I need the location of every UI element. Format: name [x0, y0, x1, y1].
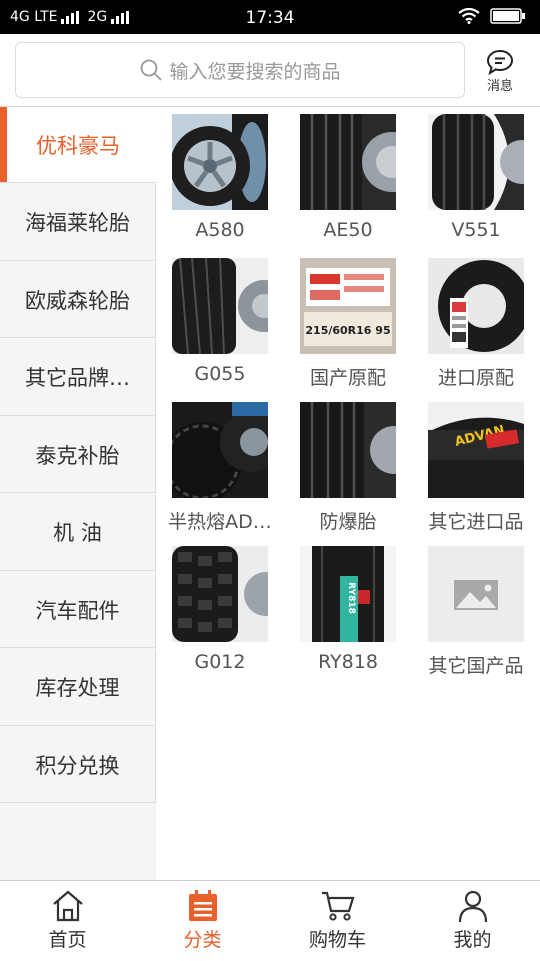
nav-home-label: 首页	[48, 929, 87, 951]
product-label: 其它进口品	[428, 511, 524, 533]
product-label: 其它国产品	[428, 655, 524, 677]
sidebar-item-car-parts[interactable]: 汽车配件	[0, 572, 156, 648]
sidebar-item-youke-haoma[interactable]: 优科豪马	[0, 107, 156, 183]
product-item-other-domestic[interactable]: 其它国产品	[412, 539, 540, 683]
product-label: AE50	[323, 219, 373, 241]
sidebar-item-haifulai[interactable]: 海福莱轮胎	[0, 184, 156, 261]
product-item-imported-oem[interactable]: 进口原配	[412, 251, 540, 395]
sidebar-item-label: 其它品牌…	[25, 366, 130, 390]
chat-bubble-icon	[486, 49, 514, 75]
nav-profile[interactable]: 我的	[405, 881, 540, 961]
product-item-ae50[interactable]: AE50	[284, 107, 412, 251]
sidebar-item-label: 机 油	[53, 521, 102, 545]
product-image-van-tire: RY818	[300, 546, 396, 642]
sidebar-item-engine-oil[interactable]: 机 油	[0, 494, 156, 571]
nav-cart-label: 购物车	[308, 929, 366, 951]
nav-profile-label: 我的	[453, 929, 492, 951]
search-icon	[141, 59, 163, 81]
search-placeholder: 输入您要搜索的商品	[169, 60, 341, 83]
product-image-all-terrain-tire	[172, 546, 268, 642]
product-grid: A580 AE50 V551 G055 215/60R16 95 国产原配 进口…	[156, 107, 540, 880]
product-image-tire-with-tag	[428, 258, 524, 354]
product-image-tire-tread	[428, 114, 524, 210]
product-item-semi-hot-melt[interactable]: 半热熔AD…	[156, 395, 284, 539]
product-label: A580	[195, 219, 245, 241]
product-image-advan-tire: ADVAN	[428, 402, 524, 498]
product-label: G055	[194, 363, 246, 385]
sidebar-item-label: 优科豪马	[36, 133, 120, 158]
top-bar: 输入您要搜索的商品 消息	[0, 34, 540, 107]
sidebar-item-taike-repair[interactable]: 泰克补胎	[0, 417, 156, 493]
sidebar-item-label: 积分兑换	[35, 753, 120, 778]
nav-category[interactable]: 分类	[135, 881, 270, 961]
nav-home[interactable]: 首页	[0, 881, 135, 961]
nav-category-label: 分类	[183, 929, 222, 951]
product-label: 进口原配	[437, 367, 514, 389]
product-image-stacked-tires	[172, 402, 268, 498]
category-icon	[188, 890, 217, 921]
product-label: 国产原配	[309, 367, 386, 389]
product-image-tire-wheel	[172, 114, 268, 210]
product-label: 防爆胎	[319, 511, 377, 533]
product-item-run-flat[interactable]: 防爆胎	[284, 395, 412, 539]
sidebar-item-label: 海福莱轮胎	[25, 211, 130, 235]
wifi-icon	[458, 8, 480, 24]
search-input[interactable]: 输入您要搜索的商品	[15, 42, 465, 98]
bottom-navigation: 首页 分类 购物车 我的	[0, 880, 540, 961]
messages-button[interactable]: 消息	[470, 46, 530, 96]
sidebar-item-label: 库存处理	[35, 676, 120, 700]
sidebar-item-label: 泰克补胎	[35, 443, 120, 468]
product-label: G012	[194, 651, 246, 673]
product-item-g055[interactable]: G055	[156, 251, 284, 395]
sidebar-item-ouweisen[interactable]: 欧威森轮胎	[0, 262, 156, 338]
product-item-domestic-oem[interactable]: 215/60R16 95 国产原配	[284, 251, 412, 395]
home-icon	[52, 890, 83, 922]
ry818-brand-text: RY818	[346, 582, 356, 614]
product-label: V551	[451, 219, 501, 241]
status-bar: 4G LTE 2G 17:34	[0, 0, 540, 34]
nav-cart[interactable]: 购物车	[270, 881, 405, 961]
sidebar-item-points-exchange[interactable]: 积分兑换	[0, 727, 156, 803]
sidebar-item-clearance[interactable]: 库存处理	[0, 649, 156, 726]
cart-icon	[321, 891, 354, 921]
category-sidebar: 优科豪马 海福莱轮胎 欧威森轮胎 其它品牌… 泰克补胎 机 油 汽车配件 库存处…	[0, 107, 156, 880]
sidebar-item-label: 汽车配件	[35, 598, 120, 623]
product-image-tire-tread	[300, 402, 396, 498]
product-image-tire-tread	[172, 258, 268, 354]
product-item-v551[interactable]: V551	[412, 107, 540, 251]
sidebar-item-other-brands[interactable]: 其它品牌…	[0, 339, 156, 416]
user-icon	[458, 890, 487, 923]
messages-label: 消息	[486, 78, 513, 94]
sidebar-item-label: 欧威森轮胎	[25, 288, 130, 313]
product-item-g012[interactable]: G012	[156, 539, 284, 683]
product-label: 半热熔AD…	[168, 511, 272, 533]
battery-icon	[490, 8, 525, 24]
product-label: RY818	[318, 651, 378, 673]
product-item-ry818[interactable]: RY818 RY818	[284, 539, 412, 683]
product-item-a580[interactable]: A580	[156, 107, 284, 251]
tire-size-text: 215/60R16 95	[305, 324, 390, 337]
product-image-tire-label: 215/60R16 95	[300, 258, 396, 354]
image-placeholder-icon	[428, 546, 524, 642]
product-image-tire-tread	[300, 114, 396, 210]
product-item-other-imported[interactable]: ADVAN 其它进口品	[412, 395, 540, 539]
